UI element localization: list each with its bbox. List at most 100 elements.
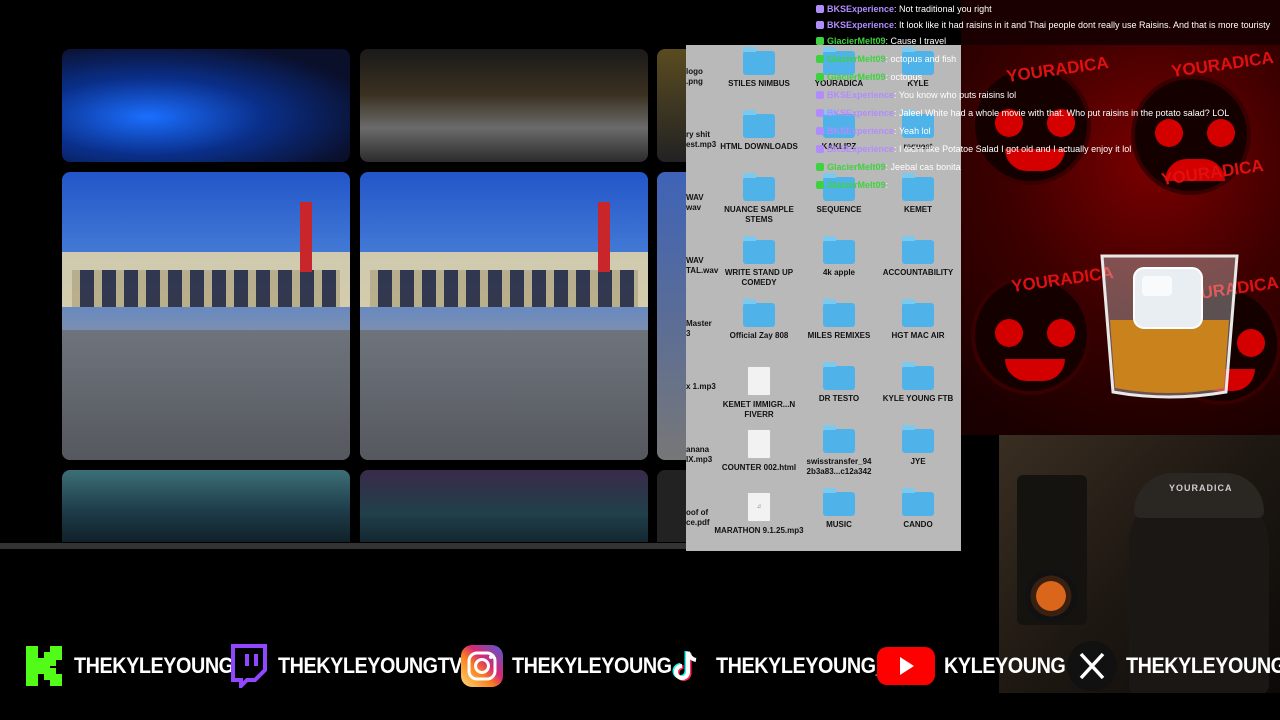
folder-icon	[823, 425, 855, 453]
item-label: 4k apple	[822, 268, 855, 277]
chat-separator: :	[885, 180, 889, 190]
chat-username: GlacierMelt09	[827, 36, 886, 46]
chat-text: I didnt like Potatoe Salad I got old and…	[899, 144, 1132, 154]
folder-item[interactable]: Official Zay 808	[714, 299, 804, 341]
studio-speaker	[1017, 475, 1087, 625]
twitch-badge-icon	[816, 145, 824, 153]
folder-icon	[823, 362, 855, 390]
photo-detail	[360, 330, 648, 460]
chat-username: GlacierMelt09	[827, 72, 886, 82]
item-label: JYE	[910, 457, 926, 466]
social-instagram: THEKYLEYOUNG	[460, 640, 689, 692]
youtube-icon	[876, 644, 936, 688]
chat-username: BKSExperience	[827, 108, 895, 118]
item-label: Official Zay 808	[729, 331, 789, 340]
chat-message: BKSExperience: Jaleel White had a whole …	[816, 104, 1280, 122]
chat-message: BKSExperience: You know who puts raisins…	[816, 86, 1280, 104]
folder-icon	[902, 299, 934, 327]
folder-item[interactable]: 4k apple	[794, 236, 884, 278]
folder-icon	[823, 488, 855, 516]
folder-item[interactable]: swisstransfer_94 2b3a83...c12a342	[794, 425, 884, 477]
folder-icon	[902, 425, 934, 453]
item-label: SEQUENCE	[816, 205, 862, 214]
folder-item[interactable]: KYLE YOUNG FTB	[873, 362, 961, 404]
document-icon	[747, 366, 771, 396]
folder-item[interactable]: NUANCE SAMPLE STEMS	[714, 173, 804, 225]
photo-thumbnail[interactable]	[657, 49, 686, 162]
photo-thumbnail[interactable]	[360, 49, 648, 162]
folder-icon	[902, 488, 934, 516]
twitch-badge-icon	[816, 109, 824, 117]
file-item[interactable]: ♫ MARATHON 9.1.25.mp3	[714, 492, 804, 536]
chat-text: You know who puts raisins lol	[898, 90, 1017, 100]
instagram-handle: THEKYLEYOUNG	[512, 653, 672, 678]
item-label: HGT MAC AIR	[891, 331, 945, 340]
photo-thumbnail[interactable]	[62, 172, 350, 460]
chat-username: GlacierMelt09	[827, 180, 886, 190]
youtube-handle: KYLEYOUNG	[944, 653, 1066, 678]
chat-username: BKSExperience	[827, 20, 895, 30]
chat-message: GlacierMelt09: octopus	[816, 68, 1280, 86]
folder-item[interactable]: STILES NIMBUS	[714, 47, 804, 89]
twitch-badge-icon	[816, 21, 824, 29]
social-twitch: THEKYLEYOUNGTV	[226, 640, 482, 692]
folder-icon	[743, 47, 775, 75]
x-icon	[1066, 640, 1118, 692]
chat-message: GlacierMelt09: Cause I travel	[816, 32, 1280, 50]
chat-message: GlacierMelt09:	[816, 176, 1280, 194]
photo-thumbnail[interactable]	[657, 470, 686, 542]
kick-badge-icon	[816, 73, 824, 81]
photo-thumbnail[interactable]	[62, 49, 350, 162]
document-icon	[747, 429, 771, 459]
file-item[interactable]: KEMET IMMIGR...N FIVERR	[714, 366, 804, 420]
kick-badge-icon	[816, 163, 824, 171]
chat-text: It look like it had raisins in it and Th…	[899, 20, 1271, 30]
chat-text: octopus	[890, 72, 923, 82]
folder-item[interactable]: WRITE STAND UP COMEDY	[714, 236, 804, 288]
photo-thumbnail[interactable]	[360, 172, 648, 460]
file-item[interactable]: COUNTER 002.html	[714, 429, 804, 473]
chat-text: Jeebal cas bonita	[890, 162, 961, 172]
photo-thumbnail[interactable]	[360, 470, 648, 542]
folder-icon	[823, 236, 855, 264]
folder-item[interactable]: DR TESTO	[794, 362, 884, 404]
chat-text: Cause I travel	[890, 36, 947, 46]
kick-badge-icon	[816, 181, 824, 189]
item-label: ACCOUNTABILITY	[882, 268, 954, 277]
photo-detail	[300, 202, 312, 272]
horizontal-scrollbar[interactable]	[0, 543, 686, 549]
folder-item[interactable]: CANDO	[873, 488, 961, 530]
folder-icon	[743, 173, 775, 201]
tiktok-handle: THEKYLEYOUNG_	[716, 653, 887, 678]
photo-thumbnail[interactable]	[657, 172, 686, 460]
twitch-badge-icon	[816, 127, 824, 135]
folder-icon	[823, 299, 855, 327]
social-bar: THEKYLEYOUNG THEKYLEYOUNGTV THEKYLEYOUNG…	[0, 640, 1280, 692]
cap-text: YOURADICA	[1169, 483, 1233, 493]
kick-badge-icon	[816, 37, 824, 45]
x-handle: THEKYLEYOUNG	[1126, 653, 1280, 678]
photo-thumbnail[interactable]	[62, 470, 350, 542]
chat-username: GlacierMelt09	[827, 162, 886, 172]
folder-item[interactable]: MUSIC	[794, 488, 884, 530]
folder-item[interactable]: MILES REMIXES	[794, 299, 884, 341]
item-label: CANDO	[903, 520, 933, 529]
folder-item[interactable]: HGT MAC AIR	[873, 299, 961, 341]
tiktok-icon	[664, 644, 708, 688]
item-label: DR TESTO	[818, 394, 860, 403]
folder-item[interactable]: JYE	[873, 425, 961, 467]
social-youtube: KYLEYOUNG	[876, 640, 1079, 692]
folder-item[interactable]: HTML DOWNLOADS	[714, 110, 804, 152]
chat-message: BKSExperience: I didnt like Potatoe Sala…	[816, 140, 1280, 158]
chat-message: BKSExperience: Not traditional you right	[816, 0, 1280, 18]
twitch-badge-icon	[816, 5, 824, 13]
item-label: KEMET	[904, 205, 932, 214]
folder-icon	[902, 236, 934, 264]
item-label: swisstransfer_94 2b3a83...c12a342	[806, 457, 872, 476]
item-label: MILES REMIXES	[807, 331, 871, 340]
chat-overlay: BKSExperience: Not traditional you right…	[816, 0, 1280, 194]
kick-badge-icon	[816, 55, 824, 63]
folder-item[interactable]: ACCOUNTABILITY	[873, 236, 961, 278]
cap	[1134, 473, 1264, 518]
twitch-badge-icon	[816, 91, 824, 99]
